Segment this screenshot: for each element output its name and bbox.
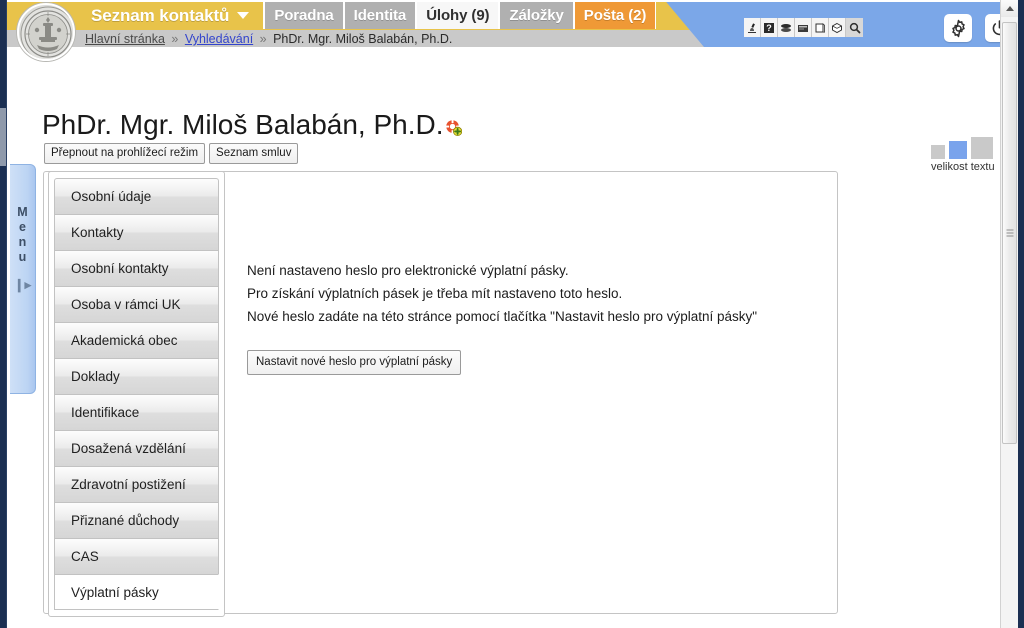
menu-side-tab[interactable]: M e n u ❙▸: [10, 164, 36, 394]
nav-item-label: CAS: [71, 549, 99, 564]
university-seal-logo: [17, 3, 75, 61]
microscope-icon[interactable]: [744, 18, 761, 37]
nav-item-label: Přiznané důchody: [71, 513, 180, 528]
nav-item-label: Akademická obec: [71, 333, 178, 348]
menu-letter: u: [18, 250, 27, 264]
right-frame-gutter: [1017, 0, 1024, 628]
breadcrumb-search-link[interactable]: Vyhledávání: [185, 32, 253, 46]
lifebuoy-add-icon[interactable]: [445, 111, 462, 143]
tab-seznam-kontaktu[interactable]: Seznam kontaktů: [79, 2, 265, 29]
text-size-small-option[interactable]: [931, 145, 945, 159]
menu-letter: M: [17, 205, 28, 219]
content-line: Není nastaveno heslo pro elektronické vý…: [247, 263, 569, 278]
cube-icon[interactable]: [829, 18, 846, 37]
page-action-buttons[interactable]: Přepnout na prohlížecí režim Seznam smlu…: [44, 143, 299, 164]
gear-icon: [951, 19, 965, 37]
switch-to-view-mode-button[interactable]: Přepnout na prohlížecí režim: [44, 143, 206, 164]
page-title: PhDr. Mgr. Miloš Balabán, Ph.D.: [42, 109, 462, 143]
tab-identita[interactable]: Identita: [343, 2, 417, 29]
expand-right-icon: ❙▸: [13, 277, 32, 292]
header-toolbar[interactable]: ?: [744, 18, 863, 37]
nav-item-dosazena-vzdelani[interactable]: Dosažená vzdělání: [54, 430, 219, 466]
page-surface: Seznam kontaktů Poradna Identita Úlohy (…: [6, 0, 1017, 628]
tab-poradna[interactable]: Poradna: [264, 2, 344, 29]
nav-item-osoba-v-ramci-uk[interactable]: Osoba v rámci UK: [54, 286, 219, 322]
nav-item-label: Osoba v rámci UK: [71, 297, 181, 312]
text-size-label: velikost textu: [931, 161, 995, 173]
help-question-icon[interactable]: ?: [761, 18, 778, 37]
nav-item-identifikace[interactable]: Identifikace: [54, 394, 219, 430]
content-line: Pro získání výplatních pásek je třeba mí…: [247, 286, 623, 301]
menu-side-tab-label: M e n u: [17, 205, 27, 265]
text-size-large-option[interactable]: [971, 137, 993, 159]
scroll-up-button[interactable]: [1001, 0, 1018, 17]
nav-item-label: Osobní údaje: [71, 189, 152, 204]
nav-item-label: Zdravotní postižení: [71, 477, 186, 492]
browser-window: Seznam kontaktů Poradna Identita Úlohy (…: [0, 0, 1024, 628]
tab-label: Pošta (2): [583, 7, 647, 24]
nav-item-osobni-kontakty[interactable]: Osobní kontakty: [54, 250, 219, 286]
nav-item-label: Výplatní pásky: [71, 584, 159, 600]
svg-text:?: ?: [766, 23, 772, 33]
card-file-icon[interactable]: [795, 18, 812, 37]
contract-list-button[interactable]: Seznam smluv: [209, 143, 299, 164]
content-line: Nové heslo zadáte na této stránce pomocí…: [247, 309, 758, 324]
tab-zalozky[interactable]: Záložky: [499, 2, 574, 29]
content-text-area: Není nastaveno heslo pro elektronické vý…: [247, 259, 817, 375]
nav-item-kontakty[interactable]: Kontakty: [54, 214, 219, 250]
nav-item-cas[interactable]: CAS: [54, 538, 219, 574]
nav-item-label: Doklady: [71, 369, 120, 384]
grip-lines-icon: [1006, 229, 1013, 237]
vertical-scrollbar[interactable]: [1000, 0, 1018, 628]
nav-item-label: Dosažená vzdělání: [71, 441, 186, 456]
tab-posta[interactable]: Pošta (2): [573, 2, 657, 29]
nav-item-priznane-duchody[interactable]: Přiznané důchody: [54, 502, 219, 538]
tab-ulohy[interactable]: Úlohy (9): [416, 2, 500, 29]
text-size-medium-option[interactable]: [949, 141, 967, 159]
settings-gear-button[interactable]: [944, 14, 972, 42]
section-navigation-list[interactable]: Osobní údaje Kontakty Osobní kontakty Os…: [48, 171, 225, 617]
tab-label: Záložky: [509, 7, 564, 24]
breadcrumb-separator: »: [171, 32, 179, 46]
page-title-text: PhDr. Mgr. Miloš Balabán, Ph.D.: [42, 108, 444, 140]
tab-label: Seznam kontaktů: [91, 5, 230, 25]
main-navigation-tabs[interactable]: Seznam kontaktů Poradna Identita Úlohy (…: [79, 2, 657, 29]
breadcrumb-current: PhDr. Mgr. Miloš Balabán, Ph.D.: [273, 32, 453, 46]
nav-item-vyplatni-pasky[interactable]: Výplatní pásky: [54, 574, 219, 610]
scrollbar-track[interactable]: [1001, 17, 1018, 628]
nav-item-zdravotni-postizeni[interactable]: Zdravotní postižení: [54, 466, 219, 502]
page-body: PhDr. Mgr. Miloš Balabán, Ph.D. Přepnout…: [7, 49, 1017, 628]
breadcrumb-separator: »: [259, 32, 267, 46]
layers-icon[interactable]: [778, 18, 795, 37]
book-icon[interactable]: [812, 18, 829, 37]
tab-label: Úlohy (9): [426, 7, 490, 24]
breadcrumb-home-link[interactable]: Hlavní stránka: [85, 32, 165, 46]
breadcrumb: Hlavní stránka » Vyhledávání » PhDr. Mgr…: [85, 32, 452, 46]
text-size-widget[interactable]: velikost textu: [931, 137, 995, 173]
nav-item-label: Osobní kontakty: [71, 261, 169, 276]
text-size-options[interactable]: [931, 137, 995, 159]
nav-item-label: Kontakty: [71, 225, 124, 240]
search-icon[interactable]: [846, 18, 863, 37]
nav-item-label: Identifikace: [71, 405, 140, 420]
menu-letter: e: [19, 220, 26, 234]
set-new-payslip-password-button[interactable]: Nastavit nové heslo pro výplatní pásky: [247, 350, 462, 375]
tab-label: Identita: [353, 7, 407, 24]
nav-item-doklady[interactable]: Doklady: [54, 358, 219, 394]
chevron-down-icon: [237, 12, 250, 19]
nav-item-akademicka-obec[interactable]: Akademická obec: [54, 322, 219, 358]
tab-label: Poradna: [274, 7, 334, 24]
nav-item-osobni-udaje[interactable]: Osobní údaje: [54, 178, 219, 214]
scrollbar-thumb[interactable]: [1002, 22, 1017, 444]
menu-letter: n: [18, 235, 27, 249]
